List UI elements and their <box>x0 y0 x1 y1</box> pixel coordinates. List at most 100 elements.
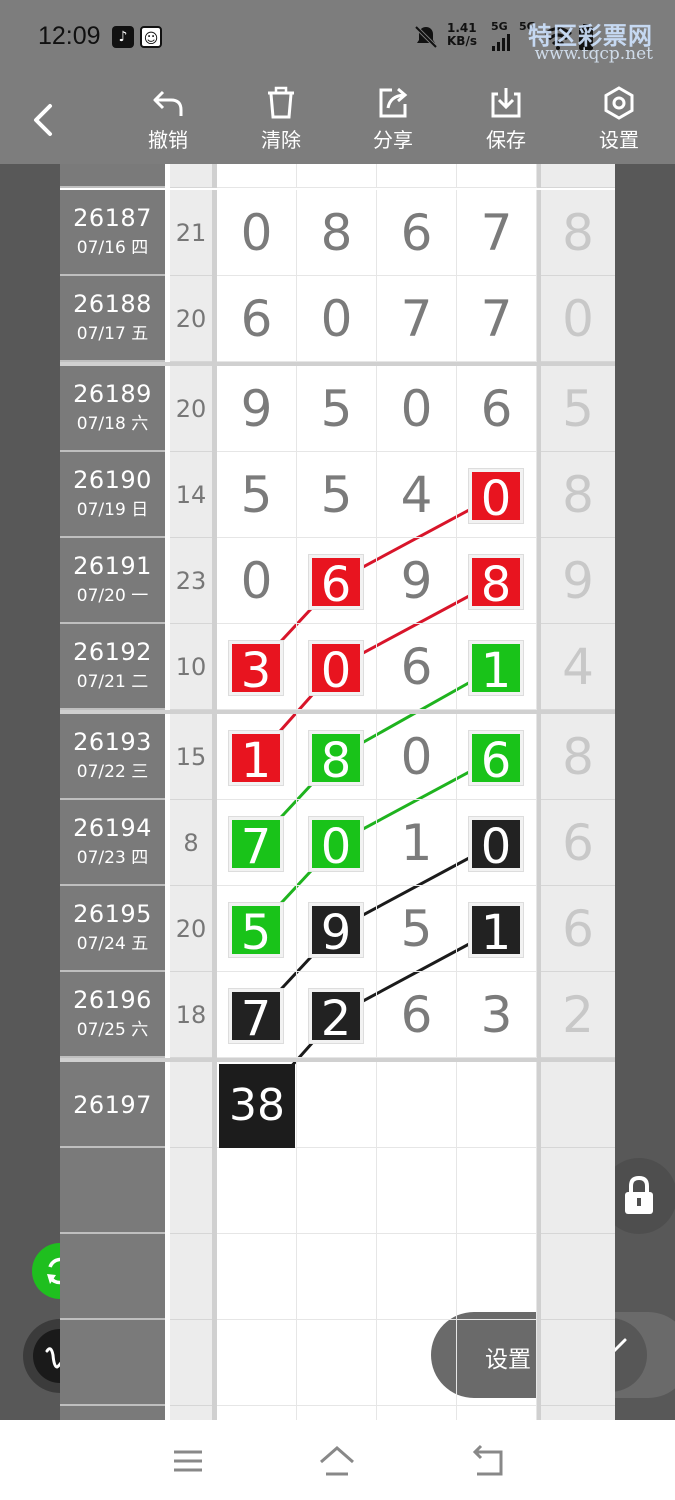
table-row: 26190 07/19 日 14 5 5 4 0 8 <box>60 452 615 538</box>
extra-cell <box>541 1234 615 1320</box>
digit-cell[interactable]: 3 <box>457 972 537 1058</box>
digit-cell[interactable]: 5 <box>297 366 377 452</box>
back-button[interactable] <box>24 94 68 146</box>
digit-cell[interactable]: 1 <box>217 714 297 800</box>
digit: 6 <box>400 638 433 696</box>
digit-cell[interactable]: 9 <box>377 538 457 624</box>
digit-cell[interactable] <box>377 1148 457 1234</box>
clear-button[interactable]: 清除 <box>246 86 316 162</box>
share-button[interactable]: 分享 <box>358 86 428 162</box>
digit-cell[interactable]: 5 <box>217 886 297 972</box>
issue-date: 07/19 日 <box>76 500 149 520</box>
digit-cell[interactable]: 0 <box>297 624 377 710</box>
digit-cell[interactable] <box>457 1148 537 1234</box>
digit-cell[interactable]: 2 <box>297 972 377 1058</box>
digit-cell[interactable]: 7 <box>457 190 537 276</box>
digit-cell[interactable]: 6 <box>457 714 537 800</box>
highlighted-digit: 8 <box>469 555 523 612</box>
table-row-empty <box>60 1320 615 1406</box>
digit-cell[interactable]: 1 <box>457 624 537 710</box>
digit-cell[interactable]: 6 <box>297 538 377 624</box>
digit-cell[interactable] <box>377 1406 457 1420</box>
digit-cell[interactable]: 0 <box>217 190 297 276</box>
digit-cell[interactable]: 6 <box>377 190 457 276</box>
digit-cell[interactable] <box>457 1406 537 1420</box>
digit-cell[interactable]: 5 <box>297 452 377 538</box>
digit-cell[interactable] <box>297 1062 377 1148</box>
digit-cell[interactable] <box>457 1062 537 1148</box>
extra-cell: 4 <box>541 624 615 710</box>
home-icon[interactable] <box>317 1444 357 1478</box>
digit-cell[interactable]: 0 <box>457 452 537 538</box>
digit-cell[interactable]: 7 <box>217 800 297 886</box>
back-icon[interactable] <box>467 1444 507 1478</box>
issue-cell: 26195 07/24 五 <box>60 886 165 972</box>
issue-cell: 26197 <box>60 1062 165 1148</box>
digit-cell[interactable]: 5 <box>377 886 457 972</box>
issue-cell: 26190 07/19 日 <box>60 452 165 538</box>
issue-number: 26188 <box>73 290 152 318</box>
issue-cell: 26193 07/22 三 <box>60 714 165 800</box>
digit-cell[interactable]: 0 <box>297 276 377 362</box>
digit: 6 <box>400 204 433 262</box>
net-speed-unit: KB/s <box>447 34 477 48</box>
settings-button[interactable]: 设置 <box>584 86 654 162</box>
digit-cell[interactable]: 0 <box>457 800 537 886</box>
digit: 5 <box>240 466 273 524</box>
digit-cell[interactable] <box>377 1234 457 1320</box>
digit-cell[interactable] <box>297 1406 377 1420</box>
toolbar: 撤销 清除 分享 保存 设置 <box>0 76 675 164</box>
digit: 5 <box>320 466 353 524</box>
digit-cell[interactable] <box>297 1320 377 1406</box>
menu-icon[interactable] <box>168 1444 208 1478</box>
trash-icon <box>268 86 294 119</box>
digit-cell[interactable] <box>377 1062 457 1148</box>
digit-cell[interactable] <box>217 1320 297 1406</box>
digit-cell[interactable] <box>457 1234 537 1320</box>
digit-cell[interactable]: 38 <box>217 1062 297 1148</box>
highlighted-digit: 1 <box>229 731 283 788</box>
table-row: 26196 07/25 六 18 7 2 6 3 2 <box>60 972 615 1058</box>
digit-cell[interactable]: 3 <box>217 624 297 710</box>
extra-cell <box>541 1320 615 1406</box>
digit-cell[interactable]: 6 <box>457 366 537 452</box>
digit-cell[interactable]: 0 <box>217 538 297 624</box>
net-speed-value: 1.41 <box>447 21 477 35</box>
digit-cell[interactable]: 4 <box>377 452 457 538</box>
digit-cell[interactable]: 6 <box>377 624 457 710</box>
sum-cell: 23 <box>170 538 212 624</box>
digit-cell[interactable]: 7 <box>217 972 297 1058</box>
issue-cell: 26188 07/17 五 <box>60 276 165 362</box>
digit: 0 <box>320 290 353 348</box>
digit-cell[interactable] <box>457 1320 537 1406</box>
digit-cell[interactable]: 0 <box>377 714 457 800</box>
digit-cell[interactable]: 0 <box>297 800 377 886</box>
clear-label: 清除 <box>261 128 301 152</box>
digit-cell[interactable]: 8 <box>297 714 377 800</box>
digit-cell[interactable]: 6 <box>217 276 297 362</box>
undo-button[interactable]: 撤销 <box>133 86 203 162</box>
digit-cell[interactable]: 8 <box>457 538 537 624</box>
digit: 0 <box>240 552 273 610</box>
digit-cell[interactable]: 7 <box>457 276 537 362</box>
digit-cell[interactable] <box>217 1148 297 1234</box>
digit-cell[interactable] <box>297 1234 377 1320</box>
digit-cell[interactable]: 7 <box>377 276 457 362</box>
digit-cell[interactable]: 0 <box>377 366 457 452</box>
digit-cell[interactable]: 1 <box>377 800 457 886</box>
issue-date: 07/22 三 <box>76 762 149 782</box>
digit-cell[interactable] <box>217 1234 297 1320</box>
digit-cell[interactable]: 1 <box>457 886 537 972</box>
digit-cell[interactable]: 9 <box>217 366 297 452</box>
digit-cell[interactable]: 8 <box>297 190 377 276</box>
digit-cell[interactable] <box>377 1320 457 1406</box>
issue-date: 07/16 四 <box>76 238 149 258</box>
digit-cell[interactable] <box>297 1148 377 1234</box>
digit-cell[interactable] <box>217 1406 297 1420</box>
digit-cell[interactable]: 6 <box>377 972 457 1058</box>
extra-cell: 8 <box>541 190 615 276</box>
digit: 9 <box>240 380 273 438</box>
digit-cell[interactable]: 9 <box>297 886 377 972</box>
save-button[interactable]: 保存 <box>471 86 541 162</box>
digit-cell[interactable]: 5 <box>217 452 297 538</box>
